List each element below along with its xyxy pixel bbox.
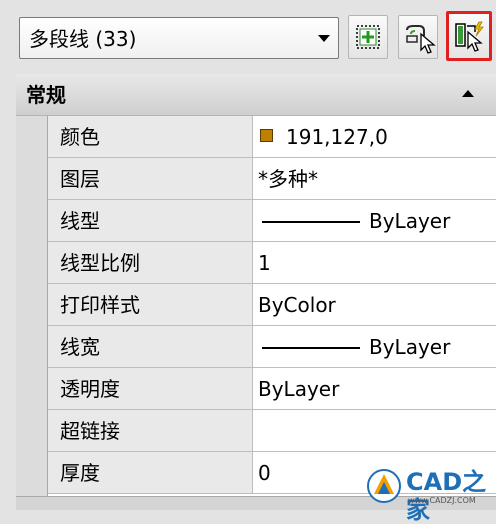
property-label-cell: 打印样式 — [48, 284, 253, 325]
property-label-cell: 线型比例 — [48, 242, 253, 283]
property-value-cell[interactable]: 1 — [253, 242, 496, 283]
property-label-cell: 超链接 — [48, 410, 253, 451]
property-label: 线型 — [60, 209, 100, 233]
property-label-cell: 透明度 — [48, 368, 253, 409]
property-value: ByColor — [258, 293, 336, 317]
cad-logo-icon — [367, 469, 401, 503]
property-value: ByLayer — [369, 335, 451, 359]
properties-toolbar: 多段线 (33) — [0, 0, 496, 72]
object-type-select[interactable]: 多段线 (33) — [19, 17, 339, 59]
property-row-lineweight[interactable]: 线宽 ByLayer — [48, 326, 496, 368]
toggle-pickadd-button[interactable] — [348, 15, 388, 59]
property-row-color[interactable]: 颜色 191,127,0 — [48, 116, 496, 158]
property-value: 1 — [258, 251, 271, 275]
property-value: ByLayer — [369, 209, 451, 233]
property-value-cell[interactable]: ByLayer — [253, 326, 496, 367]
property-row-linetype-scale[interactable]: 线型比例 1 — [48, 242, 496, 284]
select-objects-cursor-icon — [406, 25, 436, 54]
property-label: 打印样式 — [60, 293, 140, 317]
property-row-linetype[interactable]: 线型 ByLayer — [48, 200, 496, 242]
property-label: 线宽 — [60, 335, 100, 359]
property-value-cell[interactable] — [253, 410, 496, 451]
linetype-sample-icon — [262, 221, 360, 223]
property-row-transparency[interactable]: 透明度 ByLayer — [48, 368, 496, 410]
property-label-cell: 厚度 — [48, 452, 253, 493]
property-label: 线型比例 — [60, 251, 140, 275]
property-row-hyperlink[interactable]: 超链接 — [48, 410, 496, 452]
cad-watermark: CAD之家 www.CADZJ.COM — [366, 466, 494, 524]
property-label-cell: 线宽 — [48, 326, 253, 367]
property-label: 颜色 — [60, 125, 100, 149]
quick-select-button[interactable] — [446, 11, 492, 61]
properties-panel: 常规 颜色 191,127,0 图层 *多种* 线型 ByLayer 线型比例 … — [16, 74, 496, 510]
color-swatch-icon — [260, 129, 273, 142]
property-label: 超链接 — [60, 419, 120, 443]
property-label: 图层 — [60, 167, 100, 191]
chevron-down-icon[interactable] — [318, 35, 330, 42]
group-title: 常规 — [26, 83, 66, 107]
property-row-layer[interactable]: 图层 *多种* — [48, 158, 496, 200]
property-value-cell[interactable]: 191,127,0 — [253, 116, 496, 157]
property-label: 厚度 — [60, 461, 100, 485]
object-type-select-value: 多段线 (33) — [29, 27, 137, 51]
property-label: 透明度 — [60, 377, 120, 401]
property-value-cell[interactable]: ByLayer — [253, 200, 496, 241]
property-label-cell: 颜色 — [48, 116, 253, 157]
property-label-cell: 图层 — [48, 158, 253, 199]
property-value: ByLayer — [258, 377, 340, 401]
property-row-plot-style[interactable]: 打印样式 ByColor — [48, 284, 496, 326]
watermark-url: www.CADZJ.COM — [408, 496, 476, 505]
property-value: 191,127,0 — [286, 125, 388, 149]
pickadd-plus-icon — [356, 25, 380, 49]
lineweight-sample-icon — [262, 347, 360, 349]
property-label-cell: 线型 — [48, 200, 253, 241]
collapse-up-icon[interactable] — [462, 90, 474, 97]
category-gutter — [16, 116, 48, 510]
property-value-cell[interactable]: *多种* — [253, 158, 496, 199]
general-group-header[interactable]: 常规 — [16, 74, 496, 116]
property-value-cell[interactable]: ByLayer — [253, 368, 496, 409]
property-value-cell[interactable]: ByColor — [253, 284, 496, 325]
property-value: 0 — [258, 461, 271, 485]
quick-select-icon — [455, 21, 484, 52]
select-objects-button[interactable] — [398, 15, 438, 59]
property-value: *多种* — [258, 167, 318, 191]
